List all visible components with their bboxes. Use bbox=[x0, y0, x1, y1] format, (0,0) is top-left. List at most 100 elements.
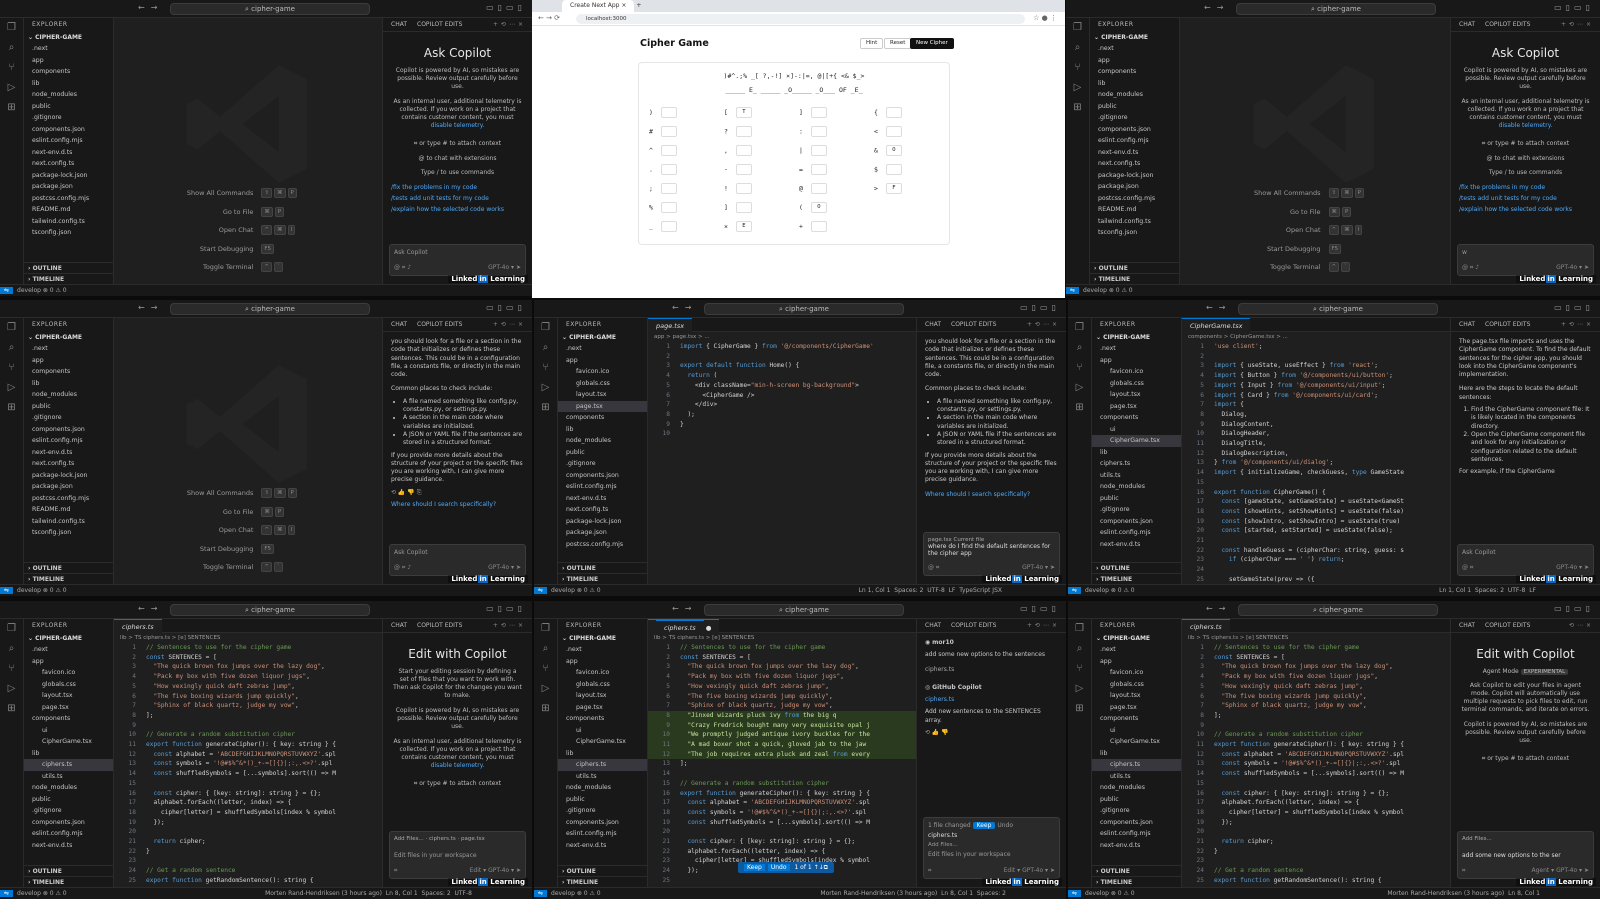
run-debug-icon[interactable]: ▷ bbox=[1068, 679, 1091, 699]
shortcut-row[interactable]: Toggle Terminal ^ ` bbox=[114, 258, 382, 277]
file-tree-item[interactable]: .next bbox=[558, 644, 647, 656]
file-tree-item[interactable]: eslint.config.mjs bbox=[1092, 828, 1181, 840]
send-icon[interactable]: ➤ bbox=[1584, 867, 1589, 874]
problems-indicator[interactable]: ⊗ 0 ⚠ 0 bbox=[1111, 890, 1135, 897]
breadcrumb[interactable]: lib > TS ciphers.ts > [e] SENTENCES bbox=[114, 633, 382, 643]
file-tree-item[interactable]: .gitignore bbox=[558, 805, 647, 817]
file-tree-item[interactable]: node_modules bbox=[24, 782, 113, 794]
send-icon[interactable]: ➤ bbox=[1050, 867, 1055, 874]
chat-input[interactable]: Ask Copilot @ ⌗ ♪ GPT-4o ▾ ➤ bbox=[389, 544, 526, 576]
nav-arrows-icon[interactable]: ←→ bbox=[1204, 3, 1229, 12]
breadcrumb[interactable]: lib > TS ciphers.ts > [e] SENTENCES bbox=[648, 633, 916, 643]
file-tree-item[interactable]: eslint.config.mjs bbox=[558, 481, 647, 493]
chat-actions-icon[interactable]: +⟲⋯× bbox=[1561, 18, 1600, 32]
shortcut-row[interactable]: Start Debugging F5 bbox=[1180, 240, 1450, 259]
file-tree-item[interactable]: tsconfig.json bbox=[1090, 227, 1179, 239]
disable-telemetry-link[interactable]: disable telemetry. bbox=[1499, 122, 1553, 129]
file-tree-item[interactable]: app bbox=[558, 355, 647, 367]
keep-all-button[interactable]: Keep bbox=[972, 822, 996, 829]
source-control-icon[interactable]: ⑂ bbox=[0, 358, 23, 378]
file-tree-item[interactable]: page.tsx bbox=[558, 400, 647, 412]
chat-actions-icon[interactable]: +⟲⋯× bbox=[493, 18, 532, 32]
file-tree-item[interactable]: next.config.ts bbox=[24, 458, 113, 470]
send-icon[interactable]: ➤ bbox=[1050, 564, 1055, 571]
file-tree-item[interactable]: package.json bbox=[24, 481, 113, 493]
tab-copilot-edits[interactable]: COPILOT EDITS bbox=[1485, 21, 1530, 28]
chat-input[interactable]: Ask Copilot @ ⌗ GPT-4o ▾ ➤ bbox=[1457, 544, 1594, 576]
timeline-section[interactable]: › TIMELINE bbox=[558, 573, 647, 584]
file-tree-item[interactable]: .gitignore bbox=[24, 412, 113, 424]
feedback-icons[interactable]: ⟲ 👍 👎 bbox=[925, 729, 1058, 737]
suggestion-explain[interactable]: /explain how the selected code works bbox=[1451, 206, 1600, 213]
file-tree-item[interactable]: globals.css bbox=[24, 679, 113, 691]
nav-arrows-icon[interactable]: ←→ bbox=[1206, 604, 1231, 613]
file-tree-item[interactable]: components bbox=[1090, 66, 1179, 78]
file-tree-item[interactable]: public bbox=[1090, 101, 1179, 113]
run-debug-icon[interactable]: ▷ bbox=[0, 78, 23, 98]
file-tree-item[interactable]: utils.ts bbox=[24, 771, 113, 783]
file-tree-item[interactable]: components.json bbox=[1092, 817, 1181, 829]
file-tree-item[interactable]: layout.tsx bbox=[1092, 389, 1181, 401]
file-tree-item[interactable]: CipherGame.tsx bbox=[1092, 435, 1181, 447]
file-tree-item[interactable]: postcss.config.mjs bbox=[1090, 193, 1179, 205]
shortcut-row[interactable]: Toggle Terminal ^ ` bbox=[1180, 258, 1450, 277]
files-icon[interactable]: ❐ bbox=[0, 318, 23, 338]
remote-icon[interactable]: ⇋ bbox=[534, 890, 548, 897]
followup-link[interactable]: Where should I search specifically? bbox=[925, 491, 1058, 499]
file-tree-item[interactable]: CipherGame.tsx bbox=[1092, 736, 1181, 748]
source-control-icon[interactable]: ⑂ bbox=[1066, 58, 1089, 78]
command-center-search[interactable]: ⌕ cipher-game bbox=[170, 3, 370, 15]
files-icon[interactable]: ❐ bbox=[0, 18, 23, 38]
remote-icon[interactable]: ⇋ bbox=[1066, 287, 1080, 294]
mention-icon[interactable]: @ bbox=[1462, 264, 1468, 271]
send-icon[interactable]: ➤ bbox=[516, 867, 521, 874]
shortcut-row[interactable]: Open Chat ^ ⌘ I bbox=[1180, 221, 1450, 240]
file-tree-item[interactable]: ciphers.ts bbox=[1092, 458, 1181, 470]
mention-icon[interactable]: @ bbox=[928, 564, 934, 571]
file-tree-item[interactable]: components.json bbox=[1090, 124, 1179, 136]
project-folder[interactable]: ⌄ CIPHER-GAME bbox=[1090, 32, 1179, 43]
file-tree-item[interactable]: node_modules bbox=[1092, 481, 1181, 493]
file-tree-item[interactable]: .gitignore bbox=[24, 112, 113, 124]
remote-icon[interactable]: ⇋ bbox=[0, 890, 14, 897]
file-tree-item[interactable]: next-env.d.ts bbox=[1090, 147, 1179, 159]
chat-input[interactable]: Ask Copilot @ ⌗ ♪ GPT-4o ▾ ➤ bbox=[389, 244, 526, 276]
layout-controls-icon[interactable]: ▭▯▭▯ bbox=[1020, 303, 1060, 312]
code-editor[interactable]: CipherGame.tsx components > CipherGame.t… bbox=[1182, 318, 1450, 584]
file-tree-item[interactable]: node_modules bbox=[558, 435, 647, 447]
file-tree-item[interactable]: favicon.ico bbox=[558, 667, 647, 679]
outline-section[interactable]: › OUTLINE bbox=[1092, 562, 1181, 573]
problems-indicator[interactable]: ⊗ 0 ⚠ 0 bbox=[43, 287, 67, 294]
timeline-section[interactable]: › TIMELINE bbox=[1092, 573, 1181, 584]
file-tree-item[interactable]: app bbox=[1092, 355, 1181, 367]
file-tree-item[interactable]: components bbox=[558, 713, 647, 725]
file-tree-item[interactable]: package.json bbox=[558, 527, 647, 539]
files-icon[interactable]: ❐ bbox=[1068, 619, 1091, 639]
command-center-search[interactable]: ⌕ cipher-game bbox=[704, 303, 904, 315]
file-tree-item[interactable]: app bbox=[1090, 55, 1179, 67]
branch-indicator[interactable]: develop bbox=[17, 890, 41, 897]
file-tree-item[interactable]: tsconfig.json bbox=[24, 527, 113, 539]
branch-indicator[interactable]: develop bbox=[17, 287, 41, 294]
file-tree-item[interactable]: app bbox=[1092, 656, 1181, 668]
shortcut-row[interactable]: Go to File ⌘ P bbox=[1180, 203, 1450, 222]
file-tree-item[interactable]: components.json bbox=[24, 124, 113, 136]
shortcut-row[interactable]: Open Chat ^ ⌘ I bbox=[114, 221, 382, 240]
file-tree-item[interactable]: globals.css bbox=[1092, 679, 1181, 691]
tab-copilot-edits[interactable]: COPILOT EDITS bbox=[417, 21, 462, 28]
file-tree-item[interactable]: layout.tsx bbox=[1092, 690, 1181, 702]
send-icon[interactable]: ➤ bbox=[516, 564, 521, 571]
extensions-icon[interactable]: ⊞ bbox=[1068, 398, 1091, 418]
model-picker[interactable]: GPT-4o ▾ ➤ bbox=[488, 564, 521, 571]
extensions-icon[interactable]: ⊞ bbox=[0, 98, 23, 118]
file-tree-item[interactable]: page.tsx bbox=[1092, 401, 1181, 413]
file-tree-item[interactable]: .gitignore bbox=[1092, 504, 1181, 516]
command-center-search[interactable]: ⌕ cipher-game bbox=[1238, 303, 1438, 315]
file-tree-item[interactable]: README.md bbox=[1090, 204, 1179, 216]
attach-icon[interactable]: ⌗ bbox=[936, 564, 939, 571]
shortcut-row[interactable]: Go to File ⌘ P bbox=[114, 203, 382, 222]
tab-chat[interactable]: CHAT bbox=[391, 622, 407, 629]
file-tree-item[interactable]: tailwind.config.ts bbox=[1090, 216, 1179, 228]
file-tree-item[interactable]: .next bbox=[24, 644, 113, 656]
file-tree-item[interactable]: README.md bbox=[24, 204, 113, 216]
